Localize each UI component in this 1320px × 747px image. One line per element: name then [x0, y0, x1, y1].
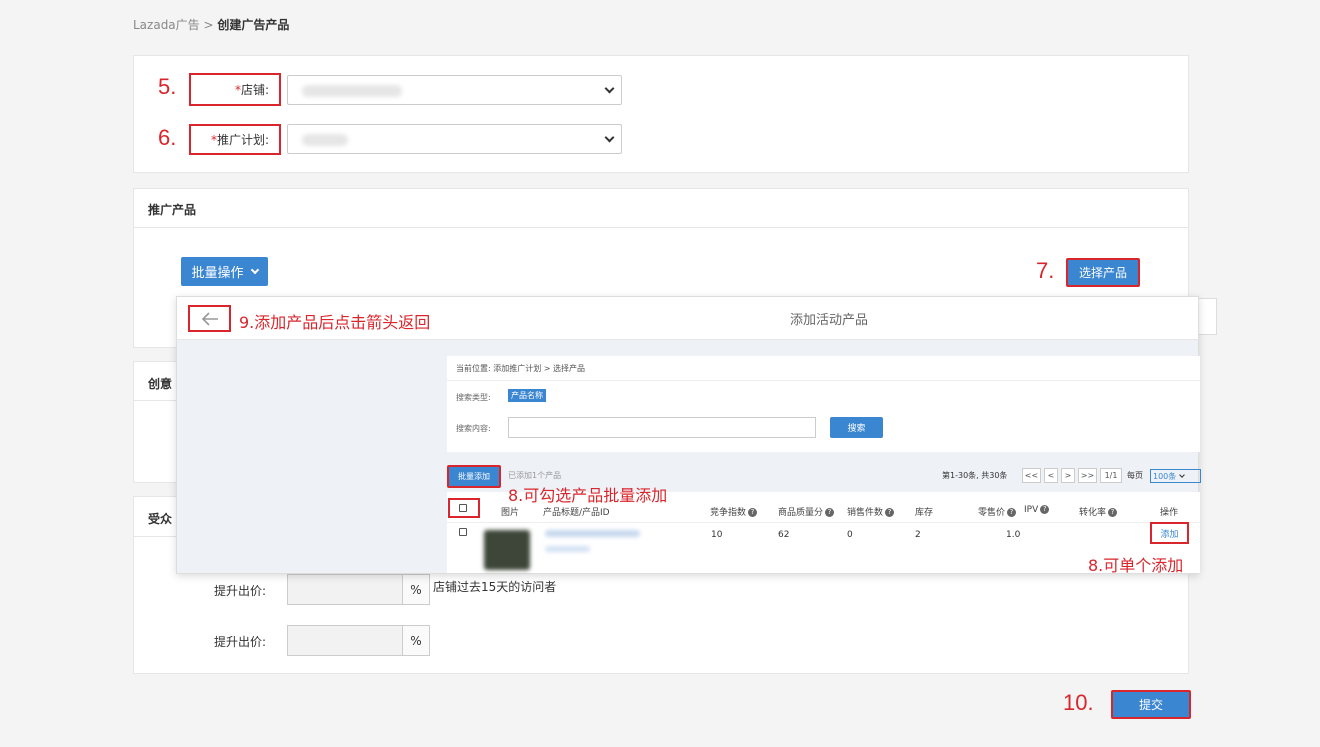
breadcrumb-current: 创建广告产品	[217, 18, 290, 32]
back-note: 9.添加产品后点击箭头返回	[239, 313, 431, 332]
chevron-down-icon	[250, 265, 259, 274]
col-conversion: 转化率?	[1079, 505, 1118, 518]
row-checkbox[interactable]	[459, 528, 467, 536]
search-type-label: 搜索类型:	[456, 393, 491, 402]
col-sales: 销售件数?	[847, 505, 895, 518]
per-page-select[interactable]: 100条	[1150, 469, 1201, 483]
per-page-label: 每页	[1127, 471, 1143, 480]
row-price: 1.0	[1006, 530, 1021, 540]
store-select[interactable]	[287, 75, 622, 105]
plan-label-box: * 推广计划:	[189, 124, 281, 155]
select-product-button[interactable]: 选择产品	[1066, 258, 1140, 287]
percent-addon: %	[402, 574, 430, 605]
modal-left-pane	[177, 340, 445, 573]
help-icon: ?	[1108, 508, 1118, 517]
location-text: 当前位置: 添加推广计划 > 选择产品	[456, 364, 586, 373]
help-icon: ?	[748, 508, 758, 517]
col-title-id: 产品标题/产品ID	[543, 508, 610, 518]
creative-title: 创意	[148, 377, 173, 391]
col-stock: 库存	[915, 508, 934, 518]
step-10-label: 10.	[1063, 690, 1094, 715]
store-plan-card	[133, 55, 1189, 173]
step-6-label: 6.	[158, 125, 177, 150]
select-all-checkbox[interactable]	[459, 504, 467, 512]
submit-button[interactable]: 提交	[1111, 690, 1191, 719]
col-competition: 竞争指数?	[710, 505, 758, 518]
back-arrow-button[interactable]	[188, 305, 231, 332]
chevron-down-icon	[1179, 471, 1186, 478]
modal-title: 添加活动产品	[790, 313, 869, 328]
plan-label: 推广计划:	[216, 133, 269, 147]
step-7-label: 7.	[1036, 258, 1055, 283]
chevron-down-icon	[604, 132, 615, 142]
row-sales: 0	[847, 530, 853, 540]
row-competition: 10	[711, 530, 723, 540]
pagination-info: 第1-30条, 共30条	[942, 471, 1008, 480]
store-label-box: * 店铺:	[189, 73, 281, 106]
col-price: 零售价?	[978, 505, 1017, 518]
page-first-button[interactable]: <<	[1022, 468, 1041, 483]
plan-select[interactable]	[287, 124, 622, 154]
promo-title: 推广产品	[148, 203, 197, 217]
raise-bid-input-2[interactable]	[287, 625, 403, 656]
row-quality: 62	[778, 530, 790, 540]
store-label: 店铺:	[240, 83, 269, 97]
search-content-input[interactable]	[508, 417, 816, 438]
product-title-blurred	[545, 530, 640, 537]
step-5-label: 5.	[158, 74, 177, 99]
help-icon: ?	[1040, 505, 1050, 514]
help-icon: ?	[1007, 508, 1017, 517]
batch-add-button[interactable]: 批量添加	[447, 465, 501, 488]
col-action: 操作	[1160, 508, 1179, 518]
page-indicator: 1/1	[1100, 468, 1122, 483]
col-image: 图片	[501, 508, 520, 518]
page-last-button[interactable]: >>	[1078, 468, 1097, 483]
help-icon: ?	[825, 508, 835, 517]
row-add-button[interactable]: 添加	[1150, 522, 1189, 544]
row-stock: 2	[915, 530, 921, 540]
raise-bid-label-2: 提升出价:	[214, 635, 267, 649]
chevron-down-icon	[604, 83, 615, 93]
breadcrumb-root[interactable]: Lazada广告	[133, 18, 200, 32]
audience-title: 受众	[148, 512, 173, 526]
raise-bid-input-1[interactable]	[287, 574, 403, 605]
added-info: 已添加1个产品	[508, 471, 562, 480]
product-thumbnail	[484, 530, 530, 570]
page-prev-button[interactable]: <	[1044, 468, 1058, 483]
batch-note: 8.可勾选产品批量添加	[508, 486, 668, 505]
page-next-button[interactable]: >	[1061, 468, 1075, 483]
visitor-desc: 店铺过去15天的访问者	[433, 580, 557, 594]
product-id-blurred	[545, 546, 590, 552]
arrow-left-icon	[201, 311, 218, 326]
search-type-tag[interactable]: 产品名称	[508, 389, 546, 402]
raise-bid-label-1: 提升出价:	[214, 584, 267, 598]
search-content-label: 搜索内容:	[456, 424, 491, 433]
single-add-note: 8.可单个添加	[1088, 556, 1184, 575]
col-quality: 商品质量分?	[778, 505, 835, 518]
search-button[interactable]: 搜索	[830, 417, 883, 438]
batch-operation-button[interactable]: 批量操作	[181, 257, 268, 286]
breadcrumb: Lazada广告 > 创建广告产品	[133, 18, 290, 32]
help-icon: ?	[885, 508, 895, 517]
percent-addon: %	[402, 625, 430, 656]
col-ipv: IPV?	[1024, 505, 1050, 515]
